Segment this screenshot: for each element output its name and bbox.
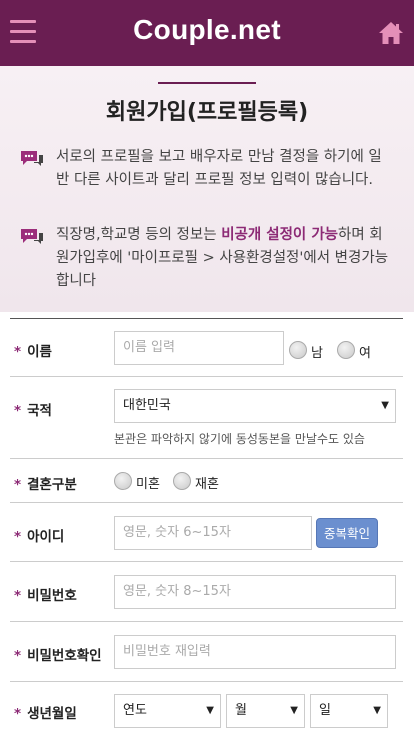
birth-year-value: 연도 xyxy=(123,703,147,718)
marital-single-radio[interactable] xyxy=(114,472,132,490)
password-confirm-input[interactable]: 비밀번호 재입력 xyxy=(114,635,396,669)
gender-female-label: 여 xyxy=(359,346,371,361)
brand-logo[interactable]: Couple.net xyxy=(0,14,414,46)
birth-day-select[interactable]: 일 ▼ xyxy=(310,694,388,728)
required-mark: * xyxy=(14,477,22,493)
nationality-row: * 국적 대한민국 ▼ 본관은 파악하지 않기에 동성동본을 만날수도 있슴 xyxy=(10,377,403,459)
signup-form: * 이름 이름 입력 남 여 * 국적 대한민국 ▼ 본관은 파악하지 않기에 동성… xyxy=(10,318,403,736)
home-icon[interactable] xyxy=(378,20,404,46)
intro-note: 서로의 프로필을 보고 배우자로 만남 결정을 하기에 일반 다른 사이트과 달… xyxy=(56,149,382,188)
password-confirm-label: * 비밀번호확인 xyxy=(14,644,102,664)
password-input[interactable]: 영문, 숫자 8~15자 xyxy=(114,575,396,609)
required-mark: * xyxy=(14,529,22,545)
speech-bubble-icon xyxy=(21,151,43,166)
privacy-highlight: 비공개 설정이 가능 xyxy=(221,227,339,243)
required-mark: * xyxy=(14,344,22,360)
password-label-text: 비밀번호 xyxy=(27,588,77,604)
userid-input[interactable]: 영문, 숫자 6~15자 xyxy=(114,516,312,550)
nationality-label: * 국적 xyxy=(14,399,52,419)
name-label-text: 이름 xyxy=(27,344,52,360)
name-input[interactable]: 이름 입력 xyxy=(114,331,284,365)
userid-label-text: 아이디 xyxy=(27,529,65,545)
privacy-note: 직장명,학교명 등의 정보는 비공개 설정이 가능하며 회원가입후에 '마이프로… xyxy=(56,224,392,293)
dropdown-arrow-icon: ▼ xyxy=(381,400,389,411)
birth-year-select[interactable]: 연도 ▼ xyxy=(114,694,221,728)
birth-month-value: 월 xyxy=(235,703,247,718)
dropdown-arrow-icon: ▼ xyxy=(373,705,381,716)
speech-bubble-icon xyxy=(21,229,43,244)
birth-month-select[interactable]: 월 ▼ xyxy=(226,694,305,728)
gender-male-radio[interactable] xyxy=(289,341,307,359)
dropdown-arrow-icon: ▼ xyxy=(290,705,298,716)
title-divider xyxy=(158,82,256,84)
gender-female-radio[interactable] xyxy=(337,341,355,359)
marital-single-label: 미혼 xyxy=(136,477,160,492)
duplicate-check-button[interactable]: 중복확인 xyxy=(316,518,378,548)
dropdown-arrow-icon: ▼ xyxy=(206,705,214,716)
password-row: * 비밀번호 영문, 숫자 8~15자 xyxy=(10,562,403,622)
userid-row: * 아이디 영문, 숫자 6~15자 중복확인 xyxy=(10,503,403,562)
required-mark: * xyxy=(14,706,22,722)
marital-label: * 결혼구분 xyxy=(14,473,77,493)
password-label: * 비밀번호 xyxy=(14,584,77,604)
userid-label: * 아이디 xyxy=(14,525,64,545)
marital-label-text: 결혼구분 xyxy=(27,477,77,493)
marital-remarried-label: 재혼 xyxy=(195,477,219,492)
required-mark: * xyxy=(14,403,22,419)
marital-remarried-radio[interactable] xyxy=(173,472,191,490)
page-title: 회원가입(프로필등록) xyxy=(105,100,309,125)
gender-male-label: 남 xyxy=(311,346,323,361)
birth-row: * 생년월일 연도 ▼ 월 ▼ 일 ▼ xyxy=(10,682,403,736)
password-confirm-label-text: 비밀번호확인 xyxy=(27,648,102,664)
intro-section: 회원가입(프로필등록) 서로의 프로필을 보고 배우자로 만남 결정을 하기에 … xyxy=(0,66,414,312)
name-label: * 이름 xyxy=(14,340,52,360)
marital-row: * 결혼구분 미혼 재혼 xyxy=(10,459,403,503)
birth-day-value: 일 xyxy=(319,703,331,718)
birth-label: * 생년월일 xyxy=(14,702,77,722)
nationality-selected: 대한민국 xyxy=(123,398,171,413)
nationality-label-text: 국적 xyxy=(27,403,52,419)
required-mark: * xyxy=(14,588,22,604)
password-confirm-row: * 비밀번호확인 비밀번호 재입력 xyxy=(10,622,403,682)
nationality-select[interactable]: 대한민국 ▼ xyxy=(114,389,396,423)
top-bar: Couple.net xyxy=(0,0,414,66)
birth-label-text: 생년월일 xyxy=(27,706,77,722)
required-mark: * xyxy=(14,648,22,664)
nationality-hint: 본관은 파악하지 않기에 동성동본을 만날수도 있슴 xyxy=(114,432,365,446)
name-row: * 이름 이름 입력 남 여 xyxy=(10,319,403,377)
privacy-note-text: 직장명,학교명 등의 정보는 xyxy=(56,227,222,243)
